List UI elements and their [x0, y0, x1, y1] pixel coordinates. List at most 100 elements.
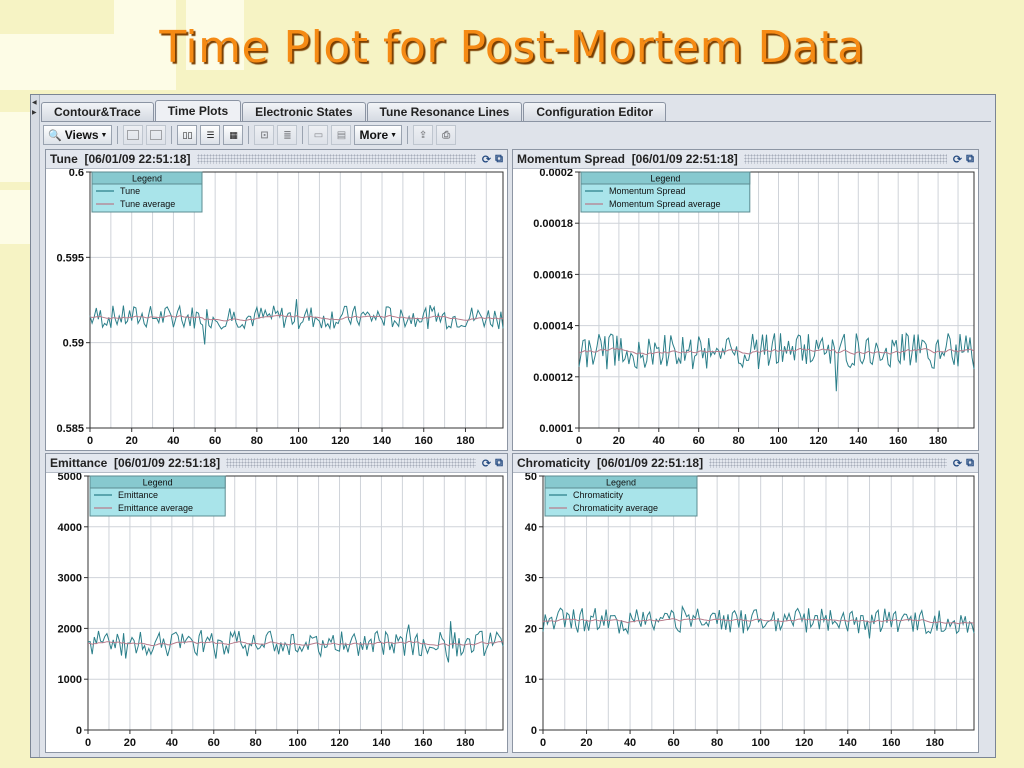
- refresh-icon[interactable]: ⟳: [953, 153, 962, 166]
- x-tick-label: 40: [167, 435, 179, 447]
- x-tick-label: 0: [576, 435, 582, 447]
- layout-rows-button[interactable]: ☰: [200, 125, 221, 145]
- panel-drag-handle[interactable]: [196, 154, 476, 164]
- export-button[interactable]: ⇪: [413, 125, 434, 145]
- y-tick-label: 0.0002: [539, 169, 573, 179]
- x-tick-label: 180: [456, 737, 474, 749]
- tune-panel: Tune [06/01/09 22:51:18] ⟳ ⧉ 0 20 40 60 80 100…: [45, 149, 508, 451]
- y-tick-label: 1000: [58, 674, 82, 686]
- toolbar-separator: [407, 126, 409, 144]
- export-icon[interactable]: ⧉: [966, 153, 974, 166]
- grid-2x2-button[interactable]: [146, 125, 167, 145]
- list-button[interactable]: ≣: [277, 125, 298, 145]
- panel-title: Chromaticity [06/01/09 22:51:18]: [517, 456, 704, 470]
- refresh-icon[interactable]: ⟳: [482, 153, 491, 166]
- tab-time-plots[interactable]: Time Plots: [154, 100, 242, 121]
- x-tick-label: 160: [889, 435, 907, 447]
- x-tick-label: 100: [751, 737, 769, 749]
- series-line-raw: [578, 332, 975, 392]
- background-block: [0, 190, 30, 244]
- window-button[interactable]: ▭: [308, 125, 329, 145]
- legend-entry: Tune average: [120, 199, 175, 209]
- x-tick-label: 120: [330, 737, 348, 749]
- refresh-icon[interactable]: ⟳: [482, 457, 491, 470]
- chromaticity-chart: 0 20 40 60 80 100 120 140 160 180 0 10 20 30 40 50 Legen…: [525, 473, 975, 749]
- momentum-spread-panel: Momentum Spread [06/01/09 22:51:18] ⟳ ⧉ 0…: [512, 149, 979, 451]
- tab-electronic-states[interactable]: Electronic States: [242, 102, 366, 121]
- toolbar-separator: [117, 126, 119, 144]
- panel-drag-handle[interactable]: [226, 458, 476, 468]
- x-tick-label: 160: [414, 737, 432, 749]
- table-button[interactable]: ▤: [331, 125, 352, 145]
- list-icon: ≣: [283, 129, 292, 141]
- x-tick-label: 20: [580, 737, 592, 749]
- window-icon: ▭: [313, 129, 324, 141]
- x-tick-label: 140: [373, 435, 391, 447]
- arrow-right-icon[interactable]: ▶: [32, 109, 37, 116]
- tab-bar: Contour&Trace Time Plots Electronic Stat…: [41, 99, 991, 122]
- export-icon[interactable]: ⧉: [495, 457, 503, 470]
- print-button[interactable]: ⎙: [436, 125, 457, 145]
- refresh-icon[interactable]: ⟳: [953, 457, 962, 470]
- x-tick-label: 140: [839, 737, 857, 749]
- x-tick-label: 120: [795, 737, 813, 749]
- y-tick-label: 0.6: [69, 169, 84, 179]
- x-tick-label: 0: [87, 435, 93, 447]
- y-tick-label: 3000: [58, 573, 82, 585]
- app-window: ◀ ▶ Contour&Trace Time Plots Electronic …: [30, 94, 996, 758]
- y-tick-label: 0.00014: [533, 321, 574, 333]
- x-tick-label: 0: [85, 737, 91, 749]
- tab-configuration-editor[interactable]: Configuration Editor: [523, 102, 666, 121]
- layout-columns-icon: ▯▯: [182, 129, 193, 140]
- y-tick-label: 0.00012: [533, 372, 573, 384]
- panel-title: Tune [06/01/09 22:51:18]: [50, 152, 191, 166]
- y-tick-label: 0.0001: [539, 423, 573, 435]
- y-tick-label: 0.59: [63, 338, 84, 350]
- x-tick-label: 160: [882, 737, 900, 749]
- side-scroll-arrows[interactable]: ◀ ▶: [31, 95, 40, 757]
- y-tick-label: 4000: [58, 522, 82, 534]
- export-icon[interactable]: ⧉: [966, 457, 974, 470]
- x-tick-label: 80: [732, 435, 744, 447]
- layout-quad-button[interactable]: ▦: [223, 125, 244, 145]
- panel-drag-handle[interactable]: [709, 458, 947, 468]
- grid-2x2-icon: [150, 130, 163, 140]
- legend-entry: Tune: [120, 186, 140, 196]
- x-tick-label: 80: [711, 737, 723, 749]
- x-tick-label: 60: [208, 737, 220, 749]
- x-tick-label: 120: [331, 435, 349, 447]
- y-tick-label: 0.595: [56, 252, 84, 264]
- series-line-raw: [89, 299, 504, 345]
- x-tick-label: 20: [126, 435, 138, 447]
- y-tick-label: 5000: [58, 473, 82, 483]
- more-label: More: [359, 128, 389, 142]
- y-tick-label: 0.585: [56, 423, 84, 435]
- emittance-chart: 0 20 40 60 80 100 120 140 160 180 0 1000 2000 3000 400…: [58, 473, 504, 749]
- y-tick-label: 30: [525, 573, 537, 585]
- export-icon: ⇪: [418, 129, 428, 141]
- series-line-average: [87, 640, 504, 647]
- more-button[interactable]: More ▼: [354, 125, 403, 145]
- series-line-raw: [542, 604, 975, 639]
- background-block: [0, 112, 30, 182]
- series-line-raw: [87, 621, 504, 663]
- x-tick-label: 40: [166, 737, 178, 749]
- legend-entry: Momentum Spread average: [609, 199, 721, 209]
- grid-2x1-icon: [127, 130, 140, 140]
- views-button[interactable]: 🔍 Views ▼: [43, 125, 113, 145]
- y-tick-label: 50: [525, 473, 537, 483]
- chevron-down-icon: ▼: [100, 131, 108, 139]
- export-icon[interactable]: ⧉: [495, 153, 503, 166]
- y-tick-label: 40: [525, 522, 537, 534]
- legend-title: Legend: [606, 478, 636, 488]
- panel-drag-handle[interactable]: [743, 154, 947, 164]
- tab-tune-resonance-lines[interactable]: Tune Resonance Lines: [366, 102, 523, 121]
- layout-quad-icon: ▦: [229, 129, 238, 140]
- y-tick-label: 20: [525, 623, 537, 635]
- chevron-down-icon: ▼: [390, 131, 398, 139]
- tab-contour-trace[interactable]: Contour&Trace: [41, 102, 154, 121]
- arrow-left-icon[interactable]: ◀: [32, 99, 37, 106]
- layout-columns-button[interactable]: ▯▯: [177, 125, 198, 145]
- zoom-button[interactable]: ⊡: [254, 125, 275, 145]
- grid-2x1-button[interactable]: [123, 125, 144, 145]
